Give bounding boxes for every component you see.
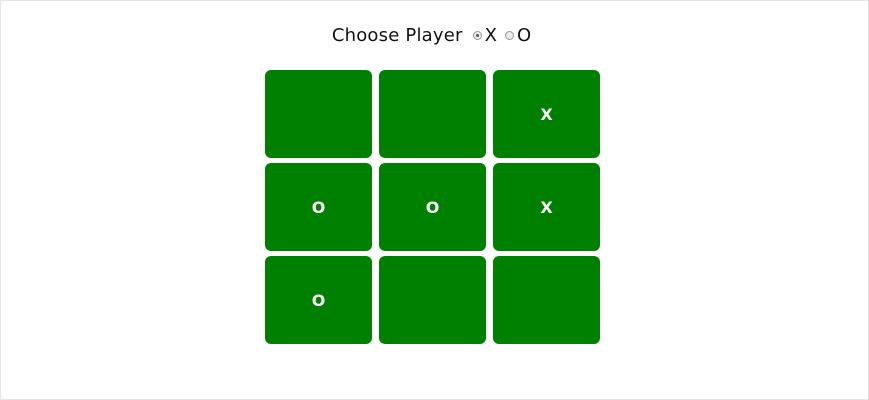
radio-x-button[interactable] bbox=[472, 30, 482, 40]
radio-option-o[interactable]: O bbox=[504, 25, 537, 46]
radio-o-label[interactable]: O bbox=[517, 25, 531, 46]
board-cell-1-3[interactable]: X bbox=[493, 70, 600, 158]
board-cell-2-3[interactable]: X bbox=[493, 163, 600, 251]
board-cell-2-2[interactable]: O bbox=[379, 163, 486, 251]
tic-tac-toe-board: X O O X O bbox=[265, 70, 600, 346]
board-cell-3-1[interactable]: O bbox=[265, 256, 372, 344]
choose-player-label: Choose Player bbox=[331, 24, 463, 46]
radio-option-x[interactable]: X bbox=[472, 25, 503, 46]
radio-x-label[interactable]: X bbox=[485, 25, 497, 46]
board-cell-1-1[interactable] bbox=[265, 70, 372, 158]
board-cell-3-3[interactable] bbox=[493, 256, 600, 344]
board-cell-1-2[interactable] bbox=[379, 70, 486, 158]
board-cell-3-2[interactable] bbox=[379, 256, 486, 344]
player-chooser: Choose Player X O bbox=[0, 24, 869, 46]
radio-o-button[interactable] bbox=[504, 30, 514, 40]
board-cell-2-1[interactable]: O bbox=[265, 163, 372, 251]
